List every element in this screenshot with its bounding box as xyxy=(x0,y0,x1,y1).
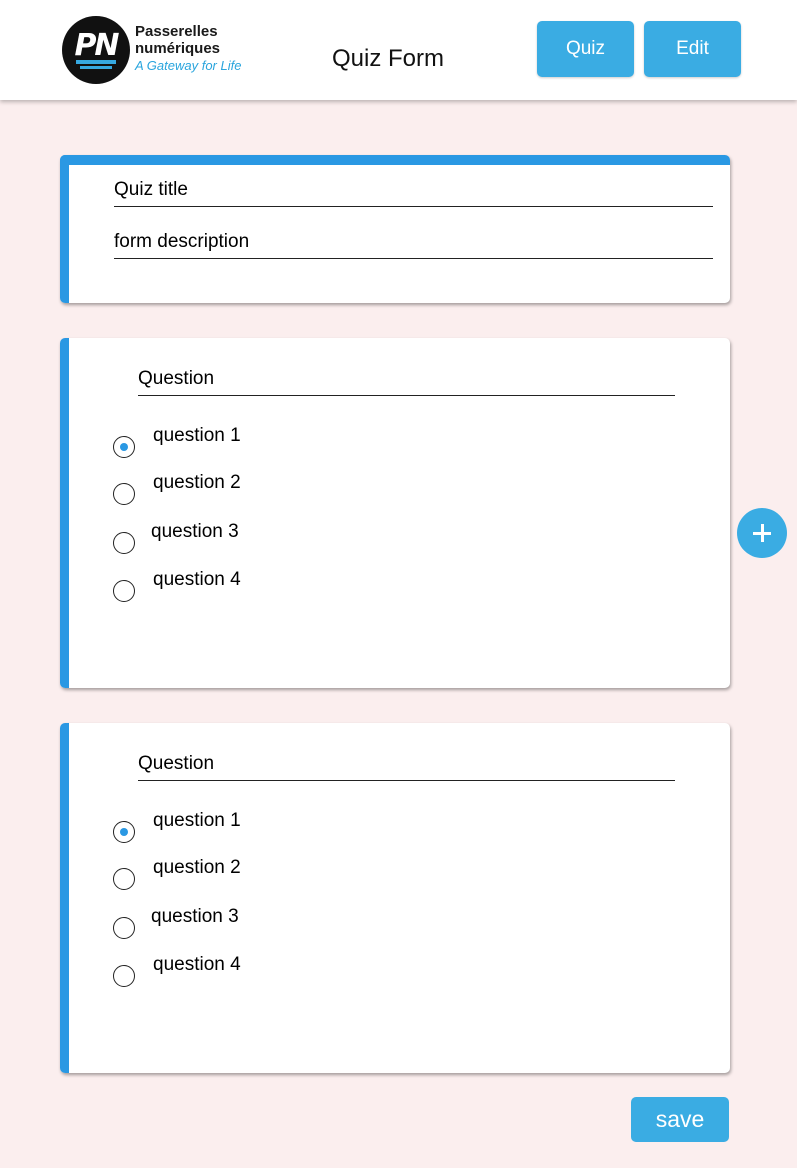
option-row[interactable]: question 4 xyxy=(113,569,241,602)
page-title: Quiz Form xyxy=(332,45,445,72)
option-label: question 4 xyxy=(153,569,241,590)
option-label: question 4 xyxy=(153,954,241,975)
logo-stripe xyxy=(76,60,116,64)
card-accent-bar xyxy=(60,723,69,1073)
edit-button[interactable]: Edit xyxy=(644,21,741,77)
add-question-button[interactable] xyxy=(737,508,787,558)
radio-button[interactable] xyxy=(113,868,135,890)
question-field[interactable]: Question xyxy=(138,753,675,781)
option-label: question 2 xyxy=(153,857,241,878)
question-card: Question question 1 question 2 question … xyxy=(60,338,730,688)
option-row[interactable]: question 4 xyxy=(113,954,241,987)
quiz-button[interactable]: Quiz xyxy=(537,21,634,77)
radio-button[interactable] xyxy=(113,821,135,843)
option-row[interactable]: question 1 xyxy=(113,810,241,843)
logo-line-1: Passerelles xyxy=(135,23,218,40)
option-label: question 3 xyxy=(151,521,239,542)
form-header-card: Quiz title form description xyxy=(60,155,730,303)
question-card: Question question 1 question 2 question … xyxy=(60,723,730,1073)
option-label: question 3 xyxy=(151,906,239,927)
logo-tagline: A Gateway for Life xyxy=(135,58,242,73)
option-label: question 2 xyxy=(153,472,241,493)
logo-line-2: numériques xyxy=(135,40,221,57)
option-row[interactable]: question 3 xyxy=(113,906,239,939)
option-row[interactable]: question 1 xyxy=(113,425,241,458)
radio-button[interactable] xyxy=(113,580,135,602)
pn-logo-badge: PN xyxy=(62,16,130,84)
option-row[interactable]: question 3 xyxy=(113,521,239,554)
save-button[interactable]: save xyxy=(631,1097,729,1142)
option-row[interactable]: question 2 xyxy=(113,472,241,505)
card-accent-bar xyxy=(60,155,69,303)
option-label: question 1 xyxy=(153,810,241,831)
card-top-bar xyxy=(60,155,730,165)
form-description-field[interactable]: form description xyxy=(114,231,713,259)
option-row[interactable]: question 2 xyxy=(113,857,241,890)
top-header: PN Passerelles numériques A Gateway for … xyxy=(0,0,797,100)
quiz-title-field[interactable]: Quiz title xyxy=(114,179,713,207)
card-accent-bar xyxy=(60,338,69,688)
logo-text: Passerelles numériques A Gateway for Lif… xyxy=(135,23,241,74)
pn-logo: PN Passerelles numériques A Gateway for … xyxy=(62,16,262,86)
radio-button[interactable] xyxy=(113,917,135,939)
radio-button[interactable] xyxy=(113,483,135,505)
plus-icon xyxy=(760,524,764,542)
question-field[interactable]: Question xyxy=(138,368,675,396)
radio-button[interactable] xyxy=(113,436,135,458)
radio-button[interactable] xyxy=(113,965,135,987)
logo-initials: PN xyxy=(74,28,119,63)
option-label: question 1 xyxy=(153,425,241,446)
radio-button[interactable] xyxy=(113,532,135,554)
logo-stripe xyxy=(80,66,112,69)
